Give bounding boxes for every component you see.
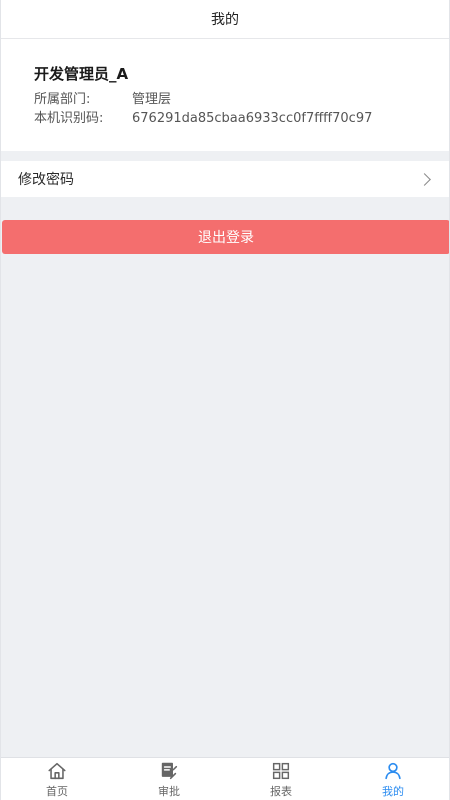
tab-report-label: 报表 bbox=[270, 784, 292, 798]
change-password-item[interactable]: 修改密码 bbox=[1, 161, 449, 197]
user-name: 开发管理员_A bbox=[34, 65, 129, 83]
profile-page: 我的 开发管理员_A 所属部门: 管理层 本机识别码: 676291da85cb… bbox=[0, 0, 450, 800]
tab-mine-label: 我的 bbox=[382, 784, 404, 798]
device-id-row: 本机识别码: 676291da85cbaa6933cc0f7ffff70c97 bbox=[34, 109, 449, 128]
tab-approval[interactable]: 审批 bbox=[113, 758, 225, 800]
department-label: 所属部门: bbox=[34, 92, 91, 107]
tab-mine[interactable]: 我的 bbox=[337, 758, 449, 800]
bottom-tab-bar: 首页 审批 报表 我的 bbox=[1, 757, 449, 800]
home-icon bbox=[48, 762, 66, 779]
grid-report-icon bbox=[272, 762, 290, 779]
approval-edit-icon bbox=[161, 762, 178, 779]
tab-approval-label: 审批 bbox=[158, 784, 180, 798]
logout-label: 退出登录 bbox=[198, 230, 254, 246]
device-id-value: 676291da85cbaa6933cc0f7ffff70c97 bbox=[132, 111, 373, 126]
profile-card: 开发管理员_A 所属部门: 管理层 本机识别码: 676291da85cbaa6… bbox=[1, 39, 449, 151]
top-bar: 我的 bbox=[1, 0, 449, 39]
department-row: 所属部门: 管理层 bbox=[34, 90, 449, 109]
chevron-right-icon bbox=[418, 172, 431, 186]
user-icon bbox=[385, 762, 401, 779]
tab-home[interactable]: 首页 bbox=[1, 758, 113, 800]
device-id-label: 本机识别码: bbox=[34, 111, 104, 126]
tab-report[interactable]: 报表 bbox=[225, 758, 337, 800]
tab-home-label: 首页 bbox=[46, 784, 68, 798]
logout-button[interactable]: 退出登录 bbox=[2, 220, 449, 254]
page-title: 我的 bbox=[211, 12, 239, 28]
change-password-label: 修改密码 bbox=[18, 172, 74, 188]
department-value: 管理层 bbox=[132, 92, 172, 107]
